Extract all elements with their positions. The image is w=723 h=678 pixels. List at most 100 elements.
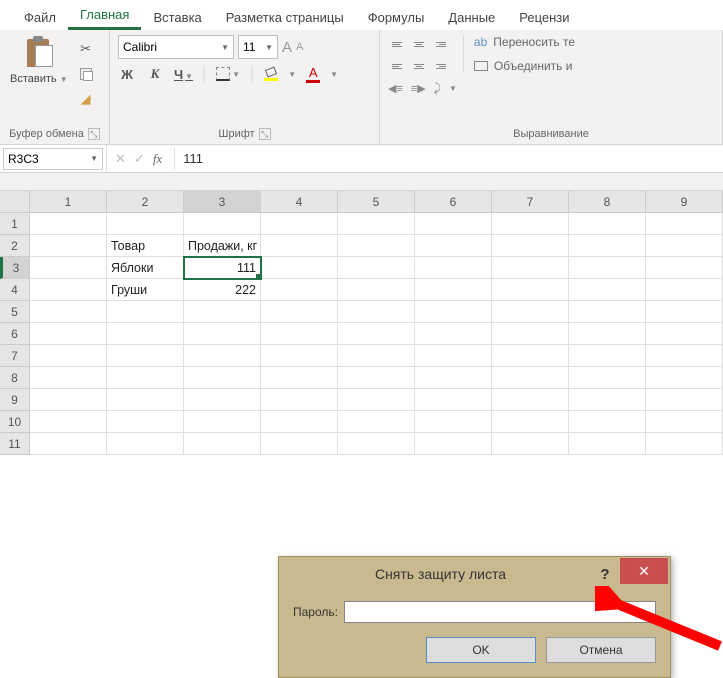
borders-button[interactable]: ▼ <box>216 67 240 81</box>
cell[interactable] <box>184 213 261 235</box>
expand-icon[interactable]: ⤡ <box>88 128 100 140</box>
cell[interactable] <box>646 323 723 345</box>
format-painter-button[interactable]: ◢ <box>76 89 96 109</box>
cell[interactable] <box>338 411 415 433</box>
cell[interactable] <box>30 433 107 455</box>
cell[interactable] <box>492 213 569 235</box>
cell[interactable] <box>261 389 338 411</box>
cell[interactable] <box>569 323 646 345</box>
cell[interactable] <box>569 301 646 323</box>
cell[interactable] <box>569 345 646 367</box>
cell[interactable] <box>646 301 723 323</box>
cell[interactable] <box>646 367 723 389</box>
cell[interactable] <box>646 257 723 279</box>
cell[interactable] <box>646 279 723 301</box>
cell[interactable]: 222 <box>184 279 261 301</box>
align-top-left[interactable] <box>388 35 406 53</box>
cell[interactable] <box>107 433 184 455</box>
cell[interactable] <box>569 389 646 411</box>
cell[interactable] <box>184 411 261 433</box>
cancel-formula-icon[interactable]: ✕ <box>115 151 126 167</box>
cell[interactable] <box>184 323 261 345</box>
cell[interactable] <box>338 235 415 257</box>
decrease-indent-button[interactable]: ◀≡ <box>388 82 403 95</box>
cell[interactable] <box>415 323 492 345</box>
close-button[interactable]: ✕ <box>620 558 668 584</box>
cell[interactable] <box>492 235 569 257</box>
chevron-down-icon[interactable]: ▼ <box>288 70 296 79</box>
cell[interactable]: Товар <box>107 235 184 257</box>
cell[interactable] <box>415 257 492 279</box>
cell[interactable] <box>261 279 338 301</box>
expand-icon[interactable]: ⤡ <box>259 128 271 140</box>
cell[interactable] <box>569 213 646 235</box>
sheet-area[interactable]: 12345678912ТоварПродажи, кг3Яблоки1114Гр… <box>0 191 723 455</box>
cell[interactable] <box>261 301 338 323</box>
cell[interactable] <box>107 345 184 367</box>
cell[interactable] <box>30 411 107 433</box>
name-box[interactable]: R3C3▼ <box>3 148 103 170</box>
cell[interactable] <box>569 411 646 433</box>
row-header[interactable]: 8 <box>0 367 30 389</box>
orientation-button[interactable]: ⤸ <box>434 81 441 96</box>
help-button[interactable]: ? <box>590 566 620 583</box>
cell[interactable] <box>569 279 646 301</box>
column-header[interactable]: 5 <box>338 191 415 213</box>
cell[interactable] <box>261 213 338 235</box>
cell[interactable] <box>646 345 723 367</box>
tab-review[interactable]: Рецензи <box>507 4 581 30</box>
row-header[interactable]: 10 <box>0 411 30 433</box>
cell[interactable] <box>107 213 184 235</box>
row-header[interactable]: 1 <box>0 213 30 235</box>
increase-font-icon[interactable]: A <box>282 39 292 56</box>
cell[interactable] <box>30 301 107 323</box>
cell[interactable] <box>492 367 569 389</box>
column-header[interactable]: 4 <box>261 191 338 213</box>
tab-insert[interactable]: Вставка <box>141 4 213 30</box>
cell[interactable] <box>30 323 107 345</box>
column-header[interactable]: 6 <box>415 191 492 213</box>
cell[interactable] <box>184 389 261 411</box>
column-header[interactable]: 2 <box>107 191 184 213</box>
cell[interactable] <box>492 323 569 345</box>
cell[interactable] <box>107 389 184 411</box>
select-all-corner[interactable] <box>0 191 30 213</box>
cell[interactable] <box>30 389 107 411</box>
font-size-select[interactable]: 11▼ <box>238 35 278 59</box>
align-top-center[interactable] <box>410 35 428 53</box>
row-header[interactable]: 11 <box>0 433 30 455</box>
bold-button[interactable]: Ж <box>118 67 136 82</box>
cell[interactable] <box>338 389 415 411</box>
cell[interactable] <box>107 323 184 345</box>
cell[interactable] <box>646 389 723 411</box>
cell[interactable] <box>492 345 569 367</box>
cell[interactable] <box>646 433 723 455</box>
cell[interactable] <box>415 345 492 367</box>
cell[interactable] <box>30 257 107 279</box>
cell[interactable] <box>30 345 107 367</box>
cell[interactable] <box>492 279 569 301</box>
cell[interactable]: Груши <box>107 279 184 301</box>
column-header[interactable]: 8 <box>569 191 646 213</box>
cell[interactable] <box>492 411 569 433</box>
cell[interactable] <box>415 433 492 455</box>
cell[interactable] <box>184 433 261 455</box>
cell[interactable] <box>415 235 492 257</box>
cut-button[interactable]: ✂ <box>76 39 96 59</box>
decrease-font-icon[interactable]: A <box>296 41 303 53</box>
cell[interactable] <box>338 433 415 455</box>
cell[interactable] <box>492 301 569 323</box>
cell[interactable] <box>30 235 107 257</box>
italic-button[interactable]: К <box>146 66 164 82</box>
cell[interactable] <box>646 235 723 257</box>
chevron-down-icon[interactable]: ▼ <box>330 70 338 79</box>
cell[interactable] <box>338 301 415 323</box>
ok-button[interactable]: OK <box>426 637 536 663</box>
paste-button[interactable]: Вставить ▼ <box>8 35 70 87</box>
align-center[interactable] <box>410 57 428 75</box>
cell[interactable] <box>30 367 107 389</box>
cell[interactable] <box>261 323 338 345</box>
cell[interactable] <box>569 257 646 279</box>
cell[interactable] <box>107 301 184 323</box>
row-header[interactable]: 6 <box>0 323 30 345</box>
